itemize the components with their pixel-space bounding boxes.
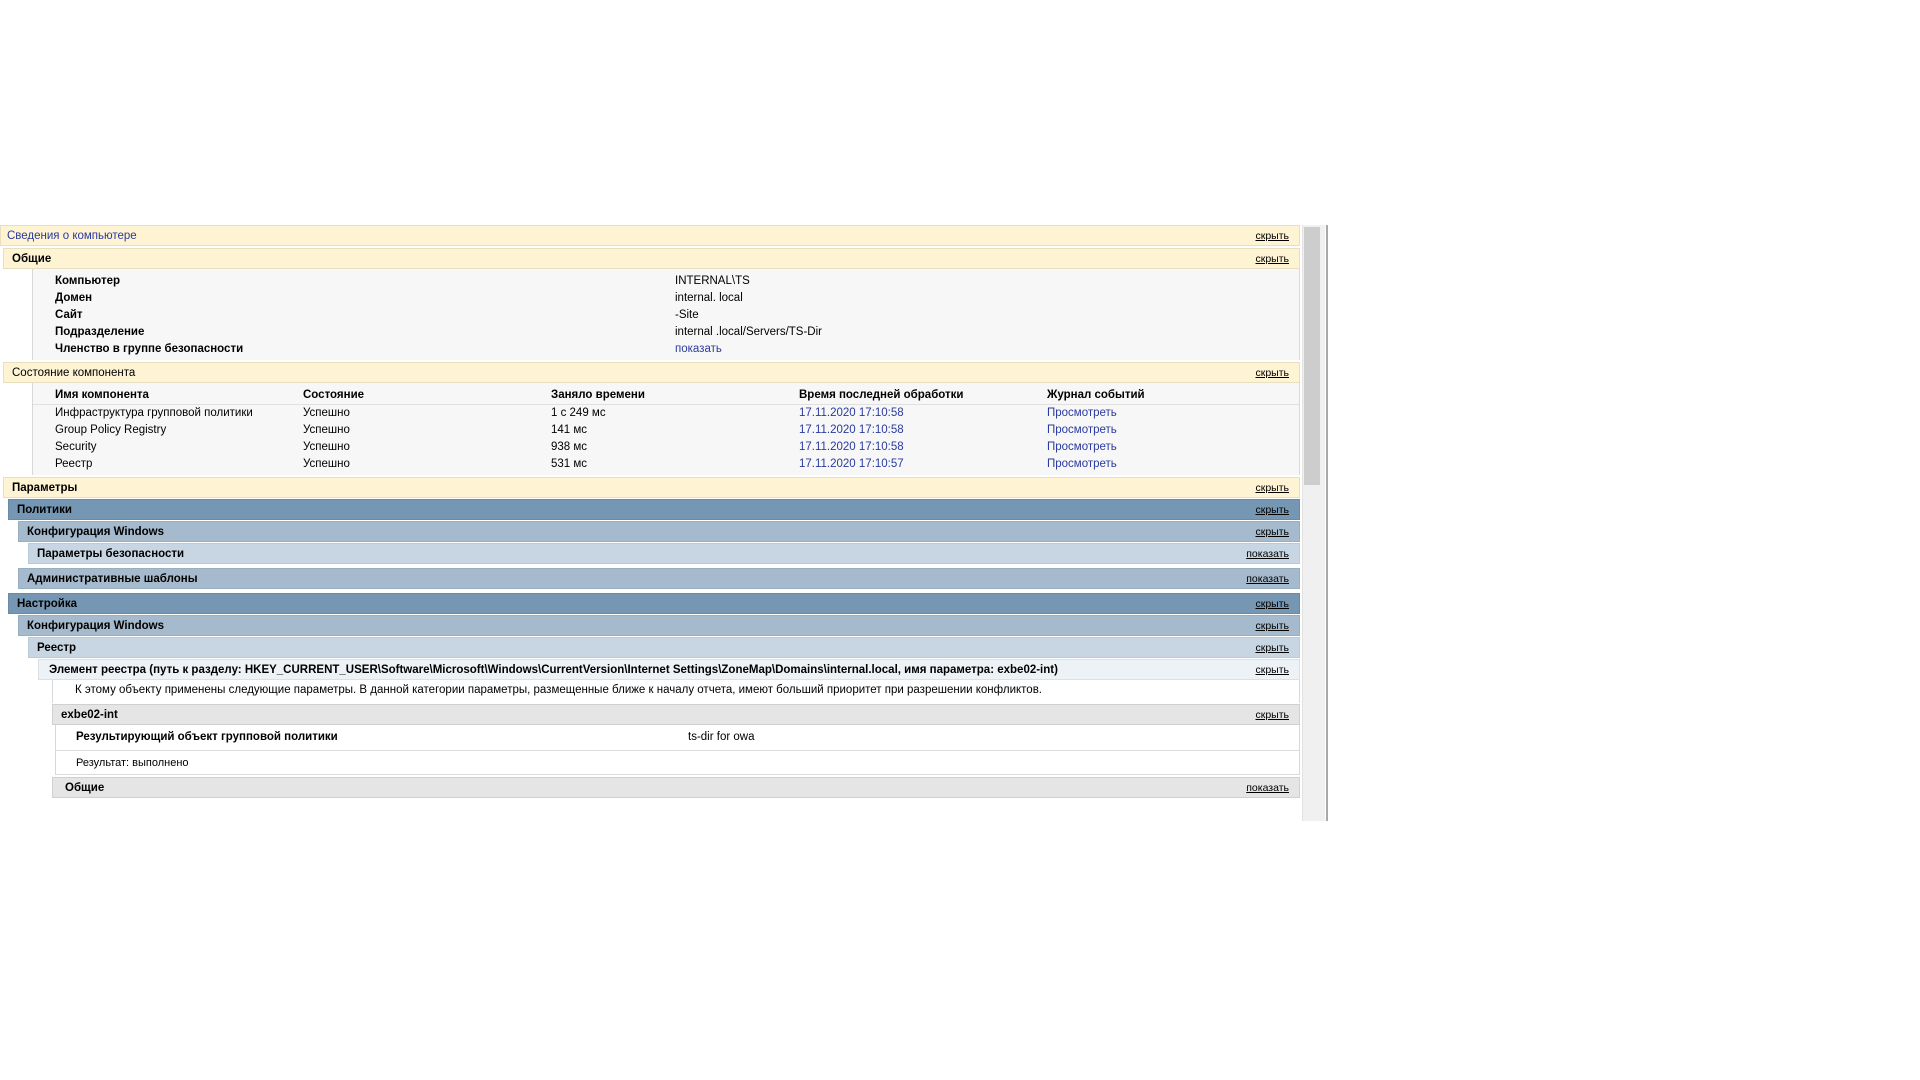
- gp-report: Сведения о компьютере скрыть Общие скрыт…: [0, 225, 1300, 821]
- preferences-toggle[interactable]: скрыть: [1255, 598, 1289, 610]
- gpo-label: Результирующий объект групповой политики: [76, 731, 338, 743]
- general-row-domain: Домен internal. local: [55, 292, 743, 304]
- result-row: Результат: выполнено: [55, 751, 1300, 775]
- preferences-windows-config-header[interactable]: Конфигурация Windows скрыть: [18, 615, 1300, 636]
- policies-windows-config-title: Конфигурация Windows: [27, 525, 164, 538]
- policies-windows-config-header[interactable]: Конфигурация Windows скрыть: [18, 521, 1300, 542]
- exbe-title: exbe02-int: [61, 708, 118, 721]
- registry-toggle[interactable]: скрыть: [1255, 642, 1289, 654]
- general-row-ou: Подразделение internal .local/Servers/TS…: [55, 326, 822, 338]
- exbe-toggle[interactable]: скрыть: [1255, 709, 1289, 721]
- table-row: Реестр Успешно 531 мс 17.11.2020 17:10:5…: [33, 456, 1299, 473]
- view-log-link[interactable]: Просмотреть: [1047, 422, 1117, 439]
- computer-info-title: Сведения о компьютере: [7, 229, 137, 242]
- general-toggle[interactable]: скрыть: [1255, 253, 1289, 265]
- table-row: Инфраструктура групповой политики Успешн…: [33, 405, 1299, 422]
- preferences-header[interactable]: Настройка скрыть: [8, 593, 1300, 614]
- preferences-windows-config-toggle[interactable]: скрыть: [1255, 620, 1289, 632]
- general-title: Общие: [12, 252, 52, 265]
- registry-item-note-box: К этому объекту применены следующие пара…: [52, 680, 1300, 703]
- admin-templates-header[interactable]: Административные шаблоны показать: [18, 568, 1300, 589]
- gpo-row: Результирующий объект групповой политики…: [55, 725, 1300, 751]
- gpo-value: ts-dir for owa: [688, 731, 755, 743]
- view-log-link[interactable]: Просмотреть: [1047, 405, 1117, 422]
- computer-info-toggle[interactable]: скрыть: [1255, 230, 1289, 242]
- preferences-title: Настройка: [17, 597, 77, 610]
- settings-toggle[interactable]: скрыть: [1255, 482, 1289, 494]
- preferences-windows-config-title: Конфигурация Windows: [27, 619, 164, 632]
- exbe-general-title: Общие: [65, 781, 105, 794]
- result-text: Результат: выполнено: [76, 757, 189, 769]
- general-row-site: Сайт -Site: [55, 309, 699, 321]
- general-row-membership: Членство в группе безопасности показать: [33, 341, 1299, 358]
- component-status-toggle[interactable]: скрыть: [1255, 367, 1289, 379]
- general-row-computer: Компьютер INTERNAL\TS: [55, 275, 750, 287]
- registry-item-title: Элемент реестра (путь к разделу: HKEY_CU…: [49, 663, 1058, 676]
- exbe-header[interactable]: exbe02-int скрыть: [52, 704, 1300, 725]
- policies-header[interactable]: Политики скрыть: [8, 499, 1300, 520]
- component-status-header[interactable]: Состояние компонента скрыть: [3, 362, 1300, 383]
- security-settings-title: Параметры безопасности: [37, 547, 185, 560]
- membership-show-link[interactable]: показать: [675, 341, 722, 358]
- security-settings-header[interactable]: Параметры безопасности показать: [28, 543, 1300, 564]
- admin-templates-toggle[interactable]: показать: [1246, 573, 1289, 585]
- registry-item-toggle[interactable]: скрыть: [1255, 664, 1289, 676]
- general-header[interactable]: Общие скрыть: [3, 248, 1300, 269]
- component-status-table: Имя компонента Состояние Заняло времени …: [32, 383, 1300, 475]
- window-border: [1326, 225, 1328, 821]
- computer-info-header[interactable]: Сведения о компьютере скрыть: [0, 225, 1300, 246]
- scrollbar-thumb[interactable]: [1304, 227, 1320, 485]
- registry-item-note: К этому объекту применены следующие пара…: [75, 684, 1042, 696]
- registry-item-header[interactable]: Элемент реестра (путь к разделу: HKEY_CU…: [38, 659, 1300, 680]
- admin-templates-title: Административные шаблоны: [27, 572, 198, 585]
- table-row: Group Policy Registry Успешно 141 мс 17.…: [33, 422, 1299, 439]
- view-log-link[interactable]: Просмотреть: [1047, 456, 1117, 473]
- table-header: Имя компонента Состояние Заняло времени …: [33, 387, 1299, 405]
- settings-title: Параметры: [12, 481, 78, 494]
- component-status-title: Состояние компонента: [12, 366, 136, 379]
- table-row: Security Успешно 938 мс 17.11.2020 17:10…: [33, 439, 1299, 456]
- general-body: Компьютер INTERNAL\TS Домен internal. lo…: [32, 269, 1300, 360]
- view-log-link[interactable]: Просмотреть: [1047, 439, 1117, 456]
- policies-toggle[interactable]: скрыть: [1255, 504, 1289, 516]
- registry-title: Реестр: [37, 641, 77, 654]
- policies-windows-config-toggle[interactable]: скрыть: [1255, 526, 1289, 538]
- exbe-general-header[interactable]: Общие показать: [52, 777, 1300, 798]
- exbe-general-toggle[interactable]: показать: [1246, 782, 1289, 794]
- registry-header[interactable]: Реестр скрыть: [28, 637, 1300, 658]
- policies-title: Политики: [17, 503, 72, 516]
- settings-header[interactable]: Параметры скрыть: [3, 477, 1300, 498]
- security-settings-toggle[interactable]: показать: [1246, 548, 1289, 560]
